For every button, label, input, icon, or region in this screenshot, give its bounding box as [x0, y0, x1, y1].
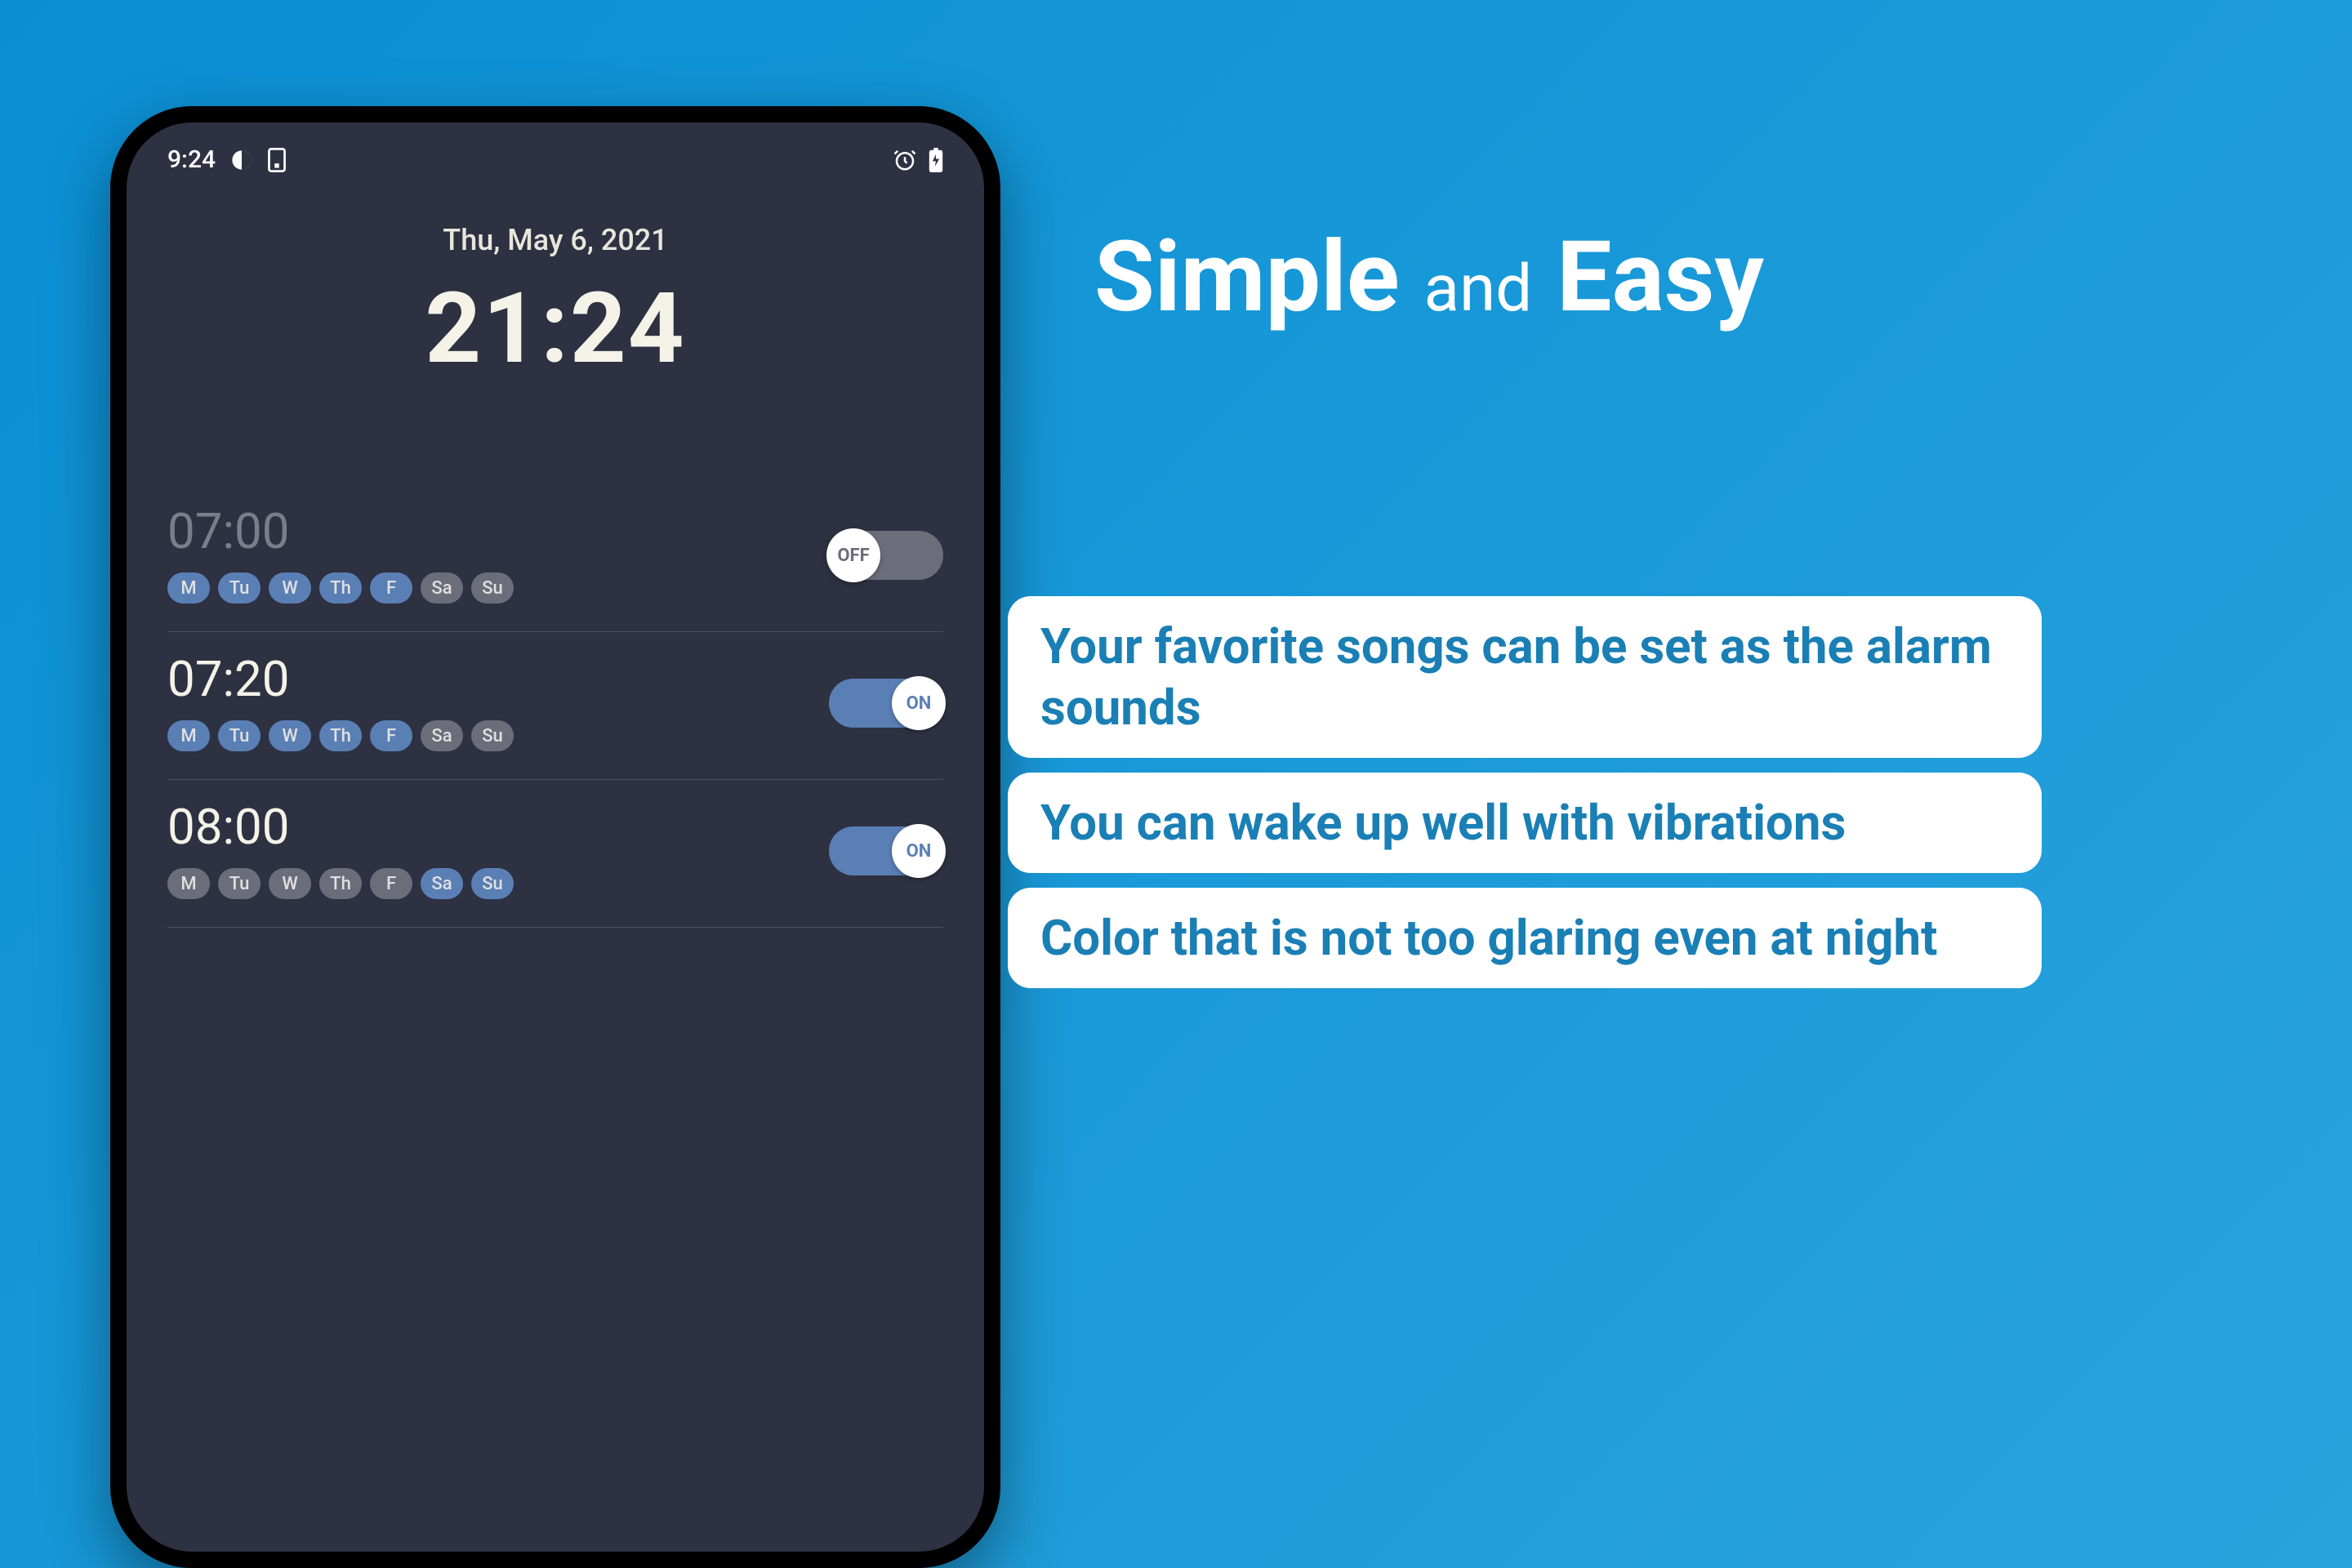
day-pill[interactable]: Su: [471, 720, 514, 751]
day-pill[interactable]: Sa: [421, 720, 463, 751]
day-pill[interactable]: Th: [319, 720, 362, 751]
day-pill[interactable]: Sa: [421, 572, 463, 604]
day-pill[interactable]: F: [370, 720, 412, 751]
headline-word-2: and: [1423, 250, 1532, 327]
day-pill[interactable]: W: [269, 720, 311, 751]
day-pill[interactable]: Sa: [421, 868, 463, 899]
headline: Simple and Easy: [1094, 220, 1764, 335]
clock-header: Thu, May 6, 2021 21:24: [127, 182, 984, 484]
day-pill[interactable]: Th: [319, 572, 362, 604]
alarm-info: 07:00 MTuWThF SaSu: [167, 507, 514, 604]
phone-screen: 9:24 Thu, May 6, 2021 21:24: [127, 122, 984, 1552]
feature-card: Your favorite songs can be set as the al…: [1008, 596, 2042, 758]
day-pills: MTuWThF SaSu: [167, 572, 514, 604]
day-pill[interactable]: W: [269, 868, 311, 899]
day-pill[interactable]: Th: [319, 868, 362, 899]
marketing-panel: Simple and Easy Your favorite songs can …: [1013, 0, 2352, 1568]
alarm-icon: [893, 148, 917, 172]
battery-icon: [929, 148, 943, 172]
headline-word-1: Simple: [1094, 220, 1400, 335]
day-pill[interactable]: M: [167, 572, 210, 604]
feature-card-list: Your favorite songs can be set as the al…: [1008, 596, 2042, 988]
alarm-toggle[interactable]: OFF: [829, 531, 943, 580]
alarm-toggle[interactable]: ON: [829, 826, 943, 875]
headline-word-3: Easy: [1557, 220, 1764, 335]
alarm-time: 07:20: [167, 655, 514, 704]
alarm-toggle[interactable]: ON: [829, 679, 943, 728]
day-pill[interactable]: Tu: [218, 720, 261, 751]
day-pill[interactable]: W: [269, 572, 311, 604]
day-pills: M Tu W Th F Sa Su: [167, 868, 514, 899]
day-pill[interactable]: M: [167, 720, 210, 751]
status-bar-right: [893, 148, 943, 172]
day-pill[interactable]: Tu: [218, 572, 261, 604]
day-pill[interactable]: F: [370, 572, 412, 604]
day-pill[interactable]: Tu: [218, 868, 261, 899]
alarm-row[interactable]: 07:20 M Tu W Th F Sa Su ON: [167, 632, 943, 780]
alarm-row[interactable]: 07:00 MTuWThF SaSu OFF: [167, 484, 943, 632]
status-bar-left: 9:24: [167, 145, 286, 174]
day-pills: M Tu W Th F Sa Su: [167, 720, 514, 751]
day-pill[interactable]: Su: [471, 572, 514, 604]
current-time: 21:24: [127, 272, 984, 386]
status-bar: 9:24: [127, 122, 984, 182]
feature-card: Color that is not too glaring even at ni…: [1008, 888, 2042, 988]
alarm-row[interactable]: 08:00 M Tu W Th F Sa Su ON: [167, 780, 943, 928]
alarm-time: 08:00: [167, 803, 514, 852]
toggle-knob: ON: [892, 824, 946, 878]
current-date: Thu, May 6, 2021: [127, 223, 984, 257]
day-pill[interactable]: Su: [471, 868, 514, 899]
day-pill[interactable]: M: [167, 868, 210, 899]
alarm-time: 07:00: [167, 507, 514, 556]
do-not-disturb-icon: [230, 149, 253, 172]
status-time: 9:24: [167, 145, 216, 174]
alarm-list: 07:00MTuWThFSaSuOFF07:20MTuWThFSaSuON08:…: [127, 484, 984, 928]
phone-frame: 9:24 Thu, May 6, 2021 21:24: [110, 106, 1000, 1568]
sim-card-icon: [268, 148, 286, 172]
alarm-info: 07:20 M Tu W Th F Sa Su: [167, 655, 514, 751]
toggle-knob: ON: [892, 676, 946, 730]
day-pill[interactable]: F: [370, 868, 412, 899]
feature-card: You can wake up well with vibrations: [1008, 773, 2042, 873]
toggle-knob: OFF: [826, 528, 880, 582]
alarm-info: 08:00 M Tu W Th F Sa Su: [167, 803, 514, 899]
